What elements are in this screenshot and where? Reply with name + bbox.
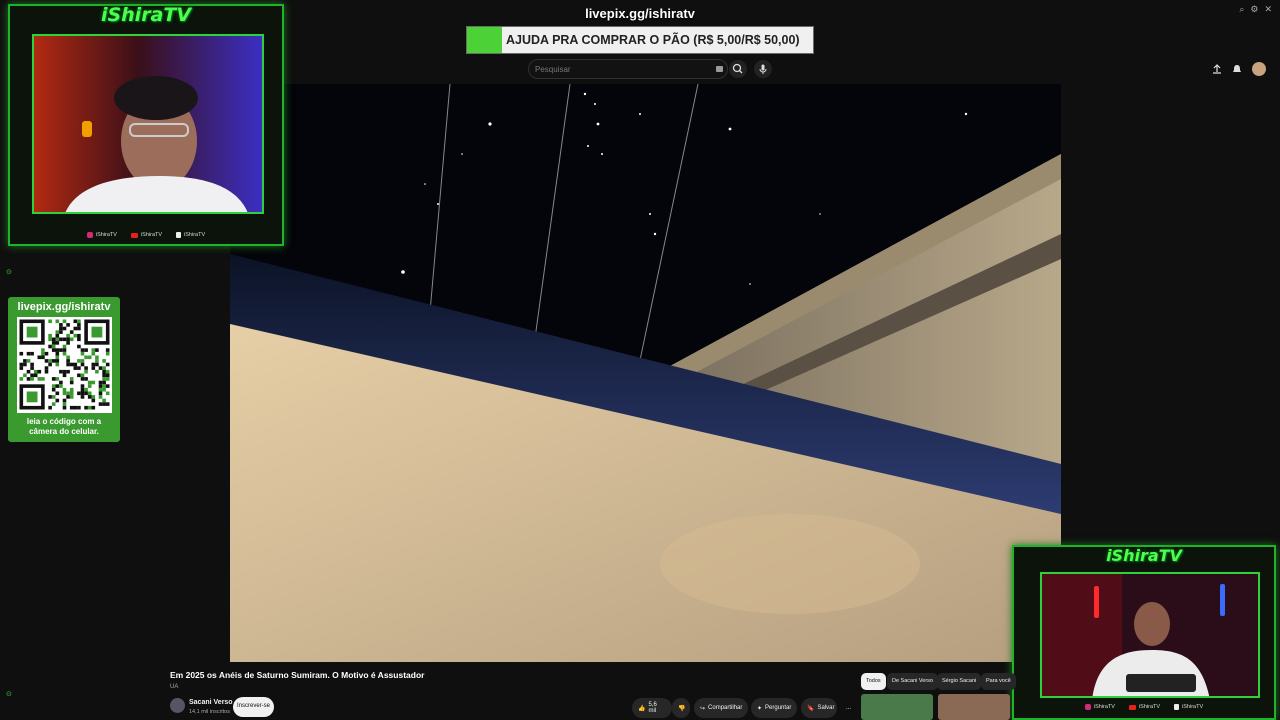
chip-for-you[interactable]: Para você — [981, 673, 1016, 690]
share-button[interactable]: ↪ Compartilhar — [694, 698, 748, 718]
tiktok-icon — [1174, 704, 1180, 710]
chip-channel[interactable]: De Sacani Verso — [887, 673, 938, 690]
qr-caption-line2: câmera do celular. — [29, 427, 99, 436]
chip-person[interactable]: Sérgio Sacani — [937, 673, 982, 690]
dislike-icon: 👎 — [678, 705, 686, 712]
subscriber-count: 14,1 mil inscritos — [189, 709, 230, 715]
qr-donation-panel: livepix.gg/ishiratv leia o código com a … — [8, 297, 120, 442]
close-icon[interactable]: ✕ — [1264, 4, 1272, 15]
keyboard-icon[interactable] — [716, 66, 723, 72]
like-icon: 👍 — [638, 705, 646, 712]
recommended-thumbnail[interactable] — [938, 694, 1010, 720]
qr-code — [17, 317, 112, 413]
saturn-video-frame — [230, 84, 1061, 662]
qr-url: livepix.gg/ishiratv — [17, 301, 111, 313]
settings-icon[interactable]: ⚙ — [1250, 4, 1258, 15]
social-tiktok-label: iShiraTV — [184, 232, 206, 238]
sidebar-icon: ⊙ — [6, 691, 12, 698]
donation-goal-fill — [467, 27, 502, 53]
video-meta: UA — [170, 684, 179, 690]
social-instagram-label: iShiraTV — [1093, 704, 1115, 710]
chip-all[interactable]: Todos — [861, 673, 886, 690]
subscribe-button[interactable]: Inscrever-se — [233, 697, 274, 717]
more-actions-button[interactable]: ... — [840, 698, 856, 718]
qr-caption-line1: leia o código com a — [26, 417, 102, 426]
save-label: Salvar — [817, 705, 835, 711]
social-instagram-label: iShiraTV — [95, 232, 117, 238]
search-input[interactable]: Pesquisar — [528, 59, 728, 79]
sidebar-icon: ⊙ — [6, 269, 12, 276]
voice-search-button[interactable] — [754, 60, 772, 78]
avatar[interactable] — [1252, 62, 1266, 76]
donation-goal-bar: AJUDA PRA COMPRAR O PÃO (R$ 5,00/R$ 50,0… — [466, 26, 814, 54]
ask-button[interactable]: ✦ Perguntar — [751, 698, 797, 718]
window-controls: ⌕ ⚙ ✕ — [1239, 4, 1272, 15]
webcam-overlay-main: iShiraTV iShiraTV iShiraTV iShiraTV — [8, 4, 284, 246]
donation-url: livepix.gg/ishiratv — [585, 6, 695, 21]
more-icon: ... — [846, 705, 852, 711]
social-youtube: iShiraTV — [130, 232, 163, 238]
sparkle-icon: ✦ — [757, 705, 763, 712]
social-links-secondary: iShiraTV iShiraTV iShiraTV — [1014, 704, 1274, 710]
mic-icon — [759, 64, 767, 74]
qr-caption: leia o código com a câmera do celular. — [8, 417, 120, 437]
social-youtube-label: iShiraTV — [140, 232, 163, 238]
webcam-feed-secondary — [1040, 572, 1260, 698]
youtube-icon — [1128, 704, 1136, 710]
video-title: Em 2025 os Anéis de Saturno Sumiram. O M… — [170, 670, 425, 680]
tiktok-icon — [176, 232, 182, 238]
donation-goal-text: AJUDA PRA COMPRAR O PÃO (R$ 5,00/R$ 50,0… — [506, 33, 800, 47]
youtube-icon — [130, 232, 138, 238]
streamer-video-secondary — [1042, 574, 1258, 696]
header-actions — [1212, 62, 1266, 76]
bell-icon[interactable] — [1232, 64, 1242, 74]
streamer-video — [34, 36, 262, 212]
brand-logo-secondary: iShiraTV — [1106, 546, 1182, 565]
channel-avatar[interactable] — [170, 698, 185, 713]
like-button[interactable]: 👍 5,6 mil — [632, 698, 672, 718]
search-button[interactable] — [729, 60, 747, 78]
social-instagram: iShiraTV — [86, 232, 117, 238]
upload-icon[interactable] — [1212, 64, 1222, 74]
share-icon: ↪ — [700, 705, 706, 712]
social-links: iShiraTV iShiraTV iShiraTV — [10, 232, 282, 238]
social-youtube-label: iShiraTV — [1138, 704, 1161, 710]
social-youtube: iShiraTV — [1128, 704, 1161, 710]
webcam-overlay-secondary: iShiraTV iShiraTV iShiraTV iShiraTV — [1012, 545, 1276, 720]
video-player[interactable] — [230, 84, 1061, 662]
share-label: Compartilhar — [708, 705, 743, 711]
instagram-icon — [86, 232, 93, 238]
ask-label: Perguntar — [765, 705, 792, 711]
social-tiktok: iShiraTV — [176, 232, 205, 238]
search-placeholder: Pesquisar — [535, 65, 571, 74]
instagram-icon — [1084, 704, 1091, 710]
social-tiktok: iShiraTV — [1174, 704, 1203, 710]
recommended-thumbnail[interactable] — [861, 694, 933, 720]
save-button[interactable]: 🔖 Salvar — [801, 698, 837, 718]
social-tiktok-label: iShiraTV — [1182, 704, 1204, 710]
search-icon — [732, 63, 743, 74]
brand-logo: iShiraTV — [100, 4, 192, 26]
search-icon[interactable]: ⌕ — [1239, 4, 1244, 15]
channel-name[interactable]: Sacani Verso — [189, 699, 233, 706]
social-instagram: iShiraTV — [1084, 704, 1115, 710]
webcam-feed — [32, 34, 264, 214]
dislike-button[interactable]: 👎 — [672, 698, 690, 718]
like-count: 5,6 mil — [648, 702, 657, 714]
bookmark-icon: 🔖 — [807, 705, 815, 712]
qr-code-pattern — [19, 319, 110, 410]
